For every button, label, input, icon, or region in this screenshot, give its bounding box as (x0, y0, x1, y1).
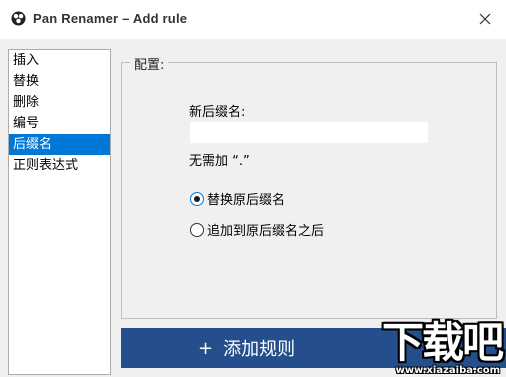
pan-renamer-logo-icon (11, 11, 26, 26)
rule-item-replace[interactable]: 替换 (9, 71, 110, 92)
title-bar: Pan Renamer – Add rule (0, 0, 506, 39)
rule-item-regex[interactable]: 正则表达式 (9, 155, 110, 176)
rule-item-extension[interactable]: 后缀名 (9, 134, 110, 155)
new-extension-input[interactable] (190, 122, 428, 143)
close-icon (479, 13, 491, 25)
watermark-logo-text: 下载吧 (381, 318, 504, 367)
dialog-content: 插入 替换 删除 编号 后缀名 正则表达式 配置: 新后缀名: 无需加 “.” … (0, 39, 506, 377)
rule-item-delete[interactable]: 删除 (9, 92, 110, 113)
option-replace-extension-label: 替换原后缀名 (207, 193, 286, 208)
window-title: Pan Renamer – Add rule (33, 11, 188, 26)
option-append-extension-label: 追加到原后缀名之后 (207, 224, 325, 239)
extension-hint: 无需加 “.” (189, 154, 250, 169)
new-extension-label: 新后缀名: (189, 105, 246, 120)
option-replace-extension[interactable]: 替换原后缀名 (190, 189, 285, 208)
config-group: 配置: 新后缀名: 无需加 “.” 替换原后缀名 追加到原后缀名之后 (121, 54, 497, 319)
close-button[interactable] (472, 6, 498, 32)
plus-icon: + (198, 337, 214, 359)
rule-item-insert[interactable]: 插入 (9, 50, 110, 71)
rule-type-list[interactable]: 插入 替换 删除 编号 后缀名 正则表达式 (8, 49, 111, 375)
option-append-extension[interactable]: 追加到原后缀名之后 (190, 220, 324, 239)
rule-item-numbering[interactable]: 编号 (9, 113, 110, 134)
radio-replace-extension[interactable] (190, 191, 204, 206)
radio-append-extension[interactable] (190, 222, 204, 237)
config-group-title: 配置: (130, 54, 169, 73)
add-rule-button-label: 添加规则 (223, 339, 296, 360)
watermark-url: www.xiazaiba.com (395, 365, 500, 376)
site-watermark: 下载吧 www.xiazaiba.com (368, 320, 506, 377)
